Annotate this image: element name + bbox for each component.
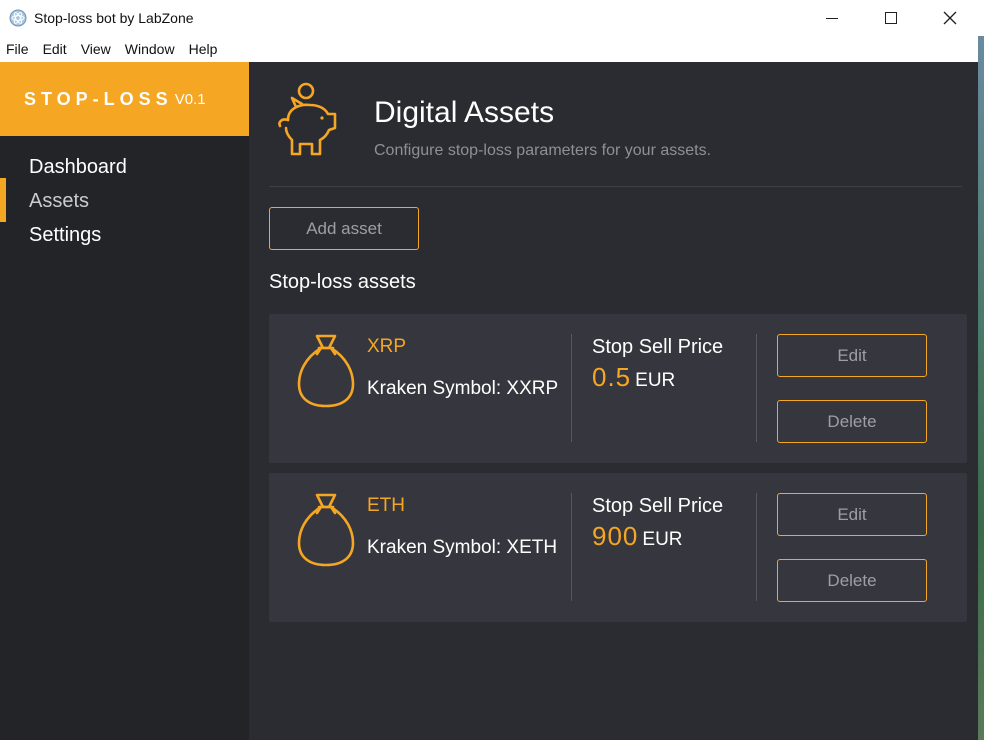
card-divider — [571, 334, 572, 442]
menu-view[interactable]: View — [81, 41, 111, 57]
asset-card: XRP Kraken Symbol: XXRP Stop Sell Price … — [269, 314, 967, 463]
maximize-button[interactable] — [862, 0, 920, 36]
brand-version: V0.1 — [174, 90, 206, 108]
price-currency: EUR — [635, 370, 676, 391]
piggy-bank-icon — [278, 82, 337, 156]
delete-button[interactable]: Delete — [777, 400, 927, 443]
edit-button[interactable]: Edit — [777, 493, 927, 536]
card-divider — [571, 493, 572, 601]
page-title: Digital Assets — [374, 96, 555, 129]
desktop-edge — [978, 36, 984, 740]
add-asset-button[interactable]: Add asset — [269, 207, 419, 250]
sidebar-item-settings[interactable]: Settings — [0, 218, 249, 252]
edit-button[interactable]: Edit — [777, 334, 927, 377]
minimize-button[interactable] — [803, 0, 861, 36]
close-icon — [943, 11, 957, 25]
card-divider — [756, 334, 757, 442]
menu-edit[interactable]: Edit — [43, 41, 67, 57]
price-currency: EUR — [642, 529, 683, 550]
brand-logo: STOP-LOSS V0.1 — [0, 62, 249, 136]
card-divider — [756, 493, 757, 601]
menu-help[interactable]: Help — [189, 41, 218, 57]
maximize-icon — [885, 12, 897, 24]
sidebar-item-assets[interactable]: Assets — [0, 178, 249, 222]
asset-name: XRP — [367, 336, 407, 357]
asset-symbol: Kraken Symbol: XETH — [367, 537, 558, 558]
asset-name: ETH — [367, 495, 405, 516]
main-content: Digital Assets Configure stop-loss param… — [249, 62, 978, 740]
sidebar: STOP-LOSS V0.1 Dashboard Assets Settings — [0, 62, 249, 740]
menu-window[interactable]: Window — [125, 41, 175, 57]
asset-card: ETH Kraken Symbol: XETH Stop Sell Price … — [269, 473, 967, 622]
page-subtitle: Configure stop-loss parameters for your … — [374, 142, 712, 159]
minimize-icon — [826, 17, 838, 19]
sidebar-nav: Dashboard Assets Settings — [0, 150, 249, 252]
close-button[interactable] — [921, 0, 979, 36]
price-value: 0.5 — [592, 362, 632, 392]
app-icon — [9, 9, 27, 27]
title-bar: Stop-loss bot by LabZone — [0, 0, 984, 36]
money-bag-icon — [297, 493, 355, 567]
price-row: 900 EUR — [592, 521, 683, 552]
delete-button[interactable]: Delete — [777, 559, 927, 602]
price-value: 900 — [592, 521, 639, 551]
money-bag-icon — [297, 334, 355, 408]
price-label: Stop Sell Price — [592, 495, 724, 517]
price-row: 0.5 EUR — [592, 362, 675, 393]
sidebar-item-dashboard[interactable]: Dashboard — [0, 150, 249, 184]
section-title: Stop-loss assets — [269, 271, 416, 293]
asset-symbol: Kraken Symbol: XXRP — [367, 378, 559, 399]
menu-file[interactable]: File — [6, 41, 29, 57]
menu-bar: File Edit View Window Help — [0, 36, 984, 62]
window-title: Stop-loss bot by LabZone — [34, 10, 194, 26]
brand-name: STOP-LOSS — [24, 88, 173, 109]
header-divider — [269, 186, 962, 187]
price-label: Stop Sell Price — [592, 336, 724, 358]
